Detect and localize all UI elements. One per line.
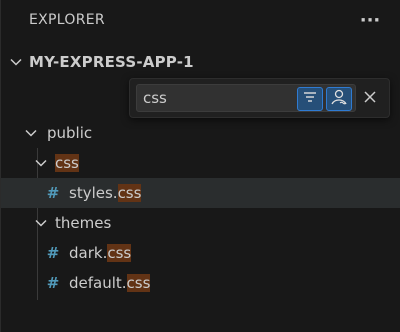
filter-toggle-button[interactable] xyxy=(297,87,323,111)
project-name: MY-EXPRESS-APP-1 xyxy=(29,53,194,71)
tree-item-themes[interactable]: themes xyxy=(1,208,400,238)
tree-item-default-css[interactable]: # default. css xyxy=(1,268,400,298)
close-icon xyxy=(363,89,377,108)
chevron-down-icon xyxy=(23,125,39,141)
chevron-down-icon xyxy=(33,215,49,231)
find-input-box xyxy=(136,84,356,112)
file-extension-match: css xyxy=(117,184,142,202)
css-file-icon: # xyxy=(46,274,60,292)
fuzzy-match-toggle-button[interactable] xyxy=(326,87,352,111)
tree-item-css-folder[interactable]: css xyxy=(1,148,400,178)
css-file-icon: # xyxy=(46,244,60,262)
tree-item-styles-css[interactable]: # styles. css xyxy=(1,178,400,208)
explorer-title: EXPLORER xyxy=(29,12,105,28)
explorer-panel: EXPLORER ··· MY-EXPRESS-APP-1 css public… xyxy=(0,0,400,332)
filter-icon xyxy=(302,89,318,109)
chevron-down-icon xyxy=(3,54,29,70)
file-name: default. xyxy=(69,274,127,292)
folder-label: public xyxy=(47,124,93,142)
file-name: styles. xyxy=(69,184,118,202)
css-file-icon: # xyxy=(46,184,60,202)
file-extension-match: css xyxy=(107,244,132,262)
tree-item-dark-css[interactable]: # dark. css xyxy=(1,238,400,268)
chevron-down-icon xyxy=(33,155,49,171)
project-root-row[interactable]: MY-EXPRESS-APP-1 xyxy=(1,48,400,76)
file-extension-match: css xyxy=(126,274,151,292)
close-find-button[interactable] xyxy=(361,89,379,107)
more-actions-button[interactable]: ··· xyxy=(358,8,382,32)
fuzzy-match-icon xyxy=(330,88,348,110)
find-input[interactable] xyxy=(143,85,283,111)
file-name: dark. xyxy=(69,244,108,262)
folder-label: themes xyxy=(55,214,112,232)
tree-item-public[interactable]: public xyxy=(1,118,400,148)
tree-find-widget xyxy=(129,78,390,118)
folder-label: css xyxy=(55,154,79,172)
